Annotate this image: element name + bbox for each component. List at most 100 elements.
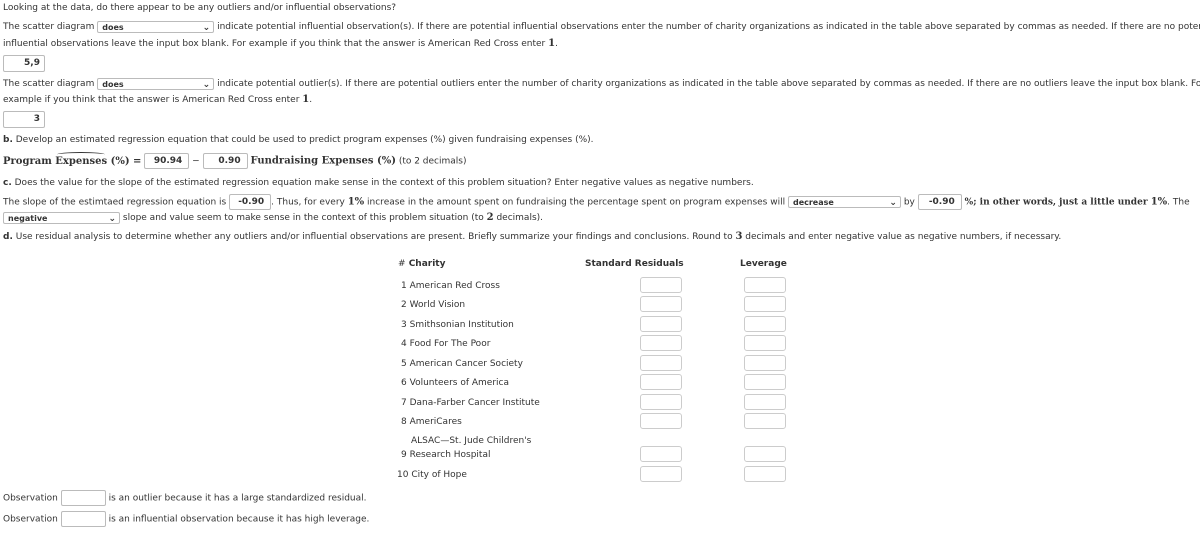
part-c-line1: The slope of the estimtaed regression eq… [3,194,1190,210]
charity-name: Food For The Poor [409,339,491,349]
table-row: 9 Research Hospital [401,448,490,462]
observation-label: Observation [3,514,58,525]
row-number: 1 [401,281,407,291]
leverage-input[interactable] [744,355,786,371]
table-row: 3 Smithsonian Institution [401,318,514,332]
c-pct2: 1% [1150,196,1168,208]
change-amount-input[interactable]: -0.90 [917,194,962,210]
standard-residual-input[interactable] [640,296,682,312]
charity-name-line1: ALSAC—St. Jude Children's [411,436,532,446]
part-b-text: b. Develop an estimated regression equat… [3,133,594,147]
influential-observation-input[interactable] [60,511,106,527]
standard-residual-input[interactable] [640,413,682,429]
slope-input[interactable]: 0.90 [202,153,248,169]
charity-name: Smithsonian Institution [409,320,514,330]
q1-text: indicate potential influential observati… [217,22,1200,32]
c-text3: increase in the amount spent on fundrais… [364,197,786,208]
leverage-input[interactable] [744,394,786,410]
header-leverage: Leverage [740,259,787,269]
table-row: 7 Dana-Farber Cancer Institute [401,396,540,410]
row-number: 10 [397,470,409,480]
influential-answer-input[interactable]: 5,9 [3,55,45,72]
leverage-input[interactable] [744,446,786,462]
table-row: 6 Volunteers of America [401,376,509,390]
standard-residual-input[interactable] [640,316,682,332]
leverage-input[interactable] [744,413,786,429]
observation-outlier-row: Observation is an outlier because it has… [3,490,367,506]
chevron-down-icon: ⌄ [202,22,211,33]
leverage-input[interactable] [744,335,786,351]
q1-text2: influential observations leave the input… [3,39,549,49]
table-row: 4 Food For The Poor [401,337,490,351]
decimals-note: (to 2 decimals) [398,156,467,167]
charity-name: Dana-Farber Cancer Institute [409,398,540,408]
q1-select-value: does [102,22,124,32]
row-number: 2 [401,300,407,310]
direction-select[interactable]: decrease ⌄ [787,196,901,208]
leverage-input[interactable] [744,374,786,390]
charity-name: American Cancer Society [409,359,523,369]
d-text2: decimals and enter negative value as neg… [742,232,1062,242]
q2-suffix: . [309,95,313,105]
row-number: 3 [401,320,407,330]
observation-outlier-text: is an outlier because it has a large sta… [108,493,367,504]
chevron-down-icon: ⌄ [108,213,116,224]
chevron-down-icon: ⌄ [202,79,211,90]
row-number: 5 [401,359,407,369]
leverage-input[interactable] [744,316,786,332]
q2-text: indicate potential outlier(s). If there … [217,79,1200,89]
equation-rhs: Fundraising Expenses (%) [250,155,396,167]
standard-residual-input[interactable] [640,277,682,293]
header-standard-residuals: Standard Residuals [585,259,684,269]
c-pct: 1% [347,196,365,208]
q2-text2: example if you think that the answer is … [3,95,303,105]
header-charity: # Charity [398,259,446,269]
standard-residual-input[interactable] [640,335,682,351]
part-b-label: b. [3,135,13,145]
q1-suffix: . [555,39,558,49]
q2-select-value: does [102,79,124,89]
part-b-question: Develop an estimated regression equation… [12,135,594,145]
q2-line2: example if you think that the answer is … [3,93,312,107]
minus-sign: − [192,156,200,167]
table-row: 1 American Red Cross [401,279,500,293]
q1-line2: influential observations leave the input… [3,37,558,51]
leverage-input[interactable] [744,296,786,312]
q1-select[interactable]: does ⌄ [97,20,215,33]
c-text1: The slope of the estimtaed regression eq… [3,197,227,208]
intercept-input[interactable]: 90.94 [144,153,190,169]
outlier-answer-input[interactable]: 3 [3,111,45,128]
charity-name: Volunteers of America [409,378,509,388]
charity-name: Research Hospital [409,450,491,460]
regression-equation: Program Expenses (%) = 90.94 − 0.90 Fund… [3,151,467,169]
standard-residual-input[interactable] [640,446,682,462]
row-number: 9 [401,450,407,460]
observation-influential-text: is an influential observation because it… [108,514,370,525]
standard-residual-input[interactable] [640,394,682,410]
slope-value-input[interactable]: -0.90 [229,194,272,210]
direction-value: decrease [792,198,834,207]
row-number: 6 [401,378,407,388]
table-row: 10 City of Hope [397,468,467,482]
c-dec: 2 [486,212,494,223]
charity-name: AmeriCares [409,417,462,427]
q2-select[interactable]: does ⌄ [97,77,215,90]
charity-name: World Vision [409,300,466,310]
part-c-line2: negative ⌄ slope and value seem to make s… [3,211,543,225]
charity-name: City of Hope [411,470,467,480]
leverage-input[interactable] [744,466,786,482]
standard-residual-input[interactable] [640,466,682,482]
q1-line1: The scatter diagram does ⌄ indicate poten… [3,20,1200,34]
c-text4: %; in other words, just a little under [964,197,1151,208]
observation-label: Observation [3,493,58,504]
outlier-observation-input[interactable] [60,490,106,506]
leverage-input[interactable] [744,277,786,293]
q1-prefix: The scatter diagram [3,22,95,32]
c-text7: decimals). [493,213,544,223]
standard-residual-input[interactable] [640,355,682,371]
part-c-text: c. Does the value for the slope of the e… [3,176,754,190]
part-c-question: Does the value for the slope of the esti… [11,178,754,188]
sign-select[interactable]: negative ⌄ [3,211,120,224]
c-text6: slope and value seem to make sense in th… [122,213,487,223]
standard-residual-input[interactable] [640,374,682,390]
